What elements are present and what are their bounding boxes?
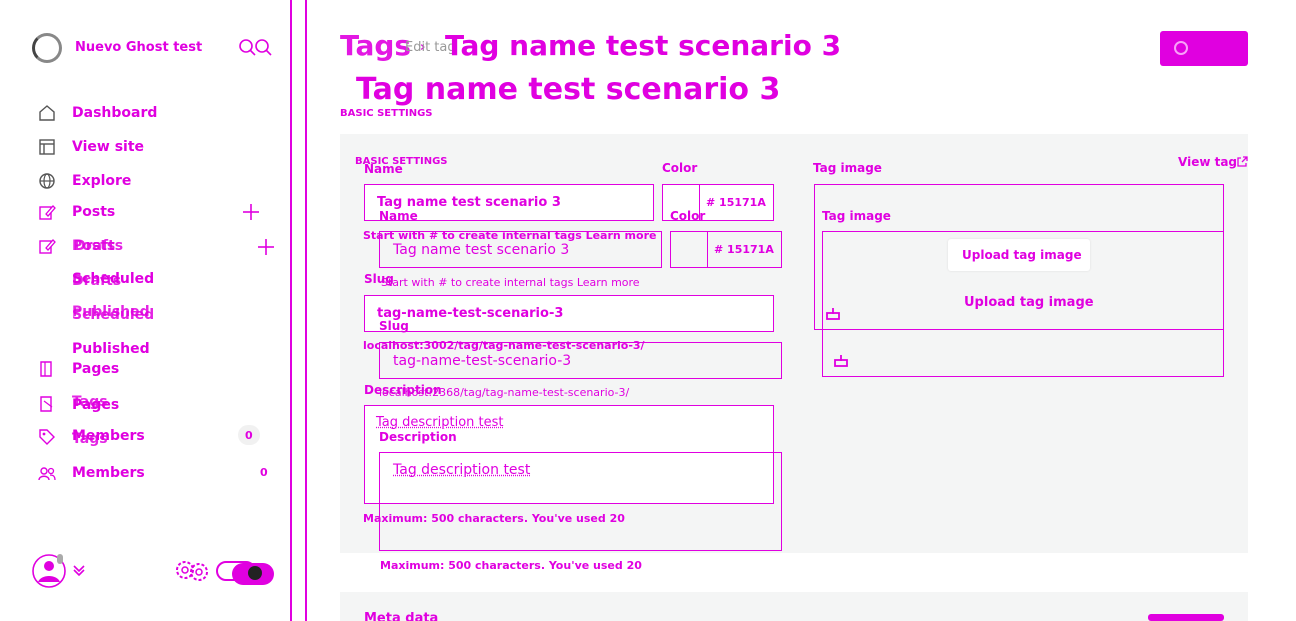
home-icon [38, 104, 56, 122]
page-icon [38, 360, 56, 378]
upload-tag-image-label[interactable]: Upload tag image [962, 248, 1082, 262]
dark-mode-toggle[interactable] [232, 563, 274, 585]
color-swatch-divider [707, 231, 708, 268]
description-value: Tag description test [376, 415, 504, 430]
site-name[interactable]: Nuevo Ghost test [75, 40, 202, 55]
page-title: Tag name test scenario 3 [445, 29, 841, 62]
new-post-plus-icon[interactable] [257, 238, 275, 256]
nav-view-site[interactable]: View site [72, 139, 144, 155]
breadcrumb-tags[interactable]: Tags [340, 29, 411, 62]
site-logo[interactable] [32, 33, 62, 63]
tag-image-label: Tag image [822, 209, 891, 223]
sidebar-divider [290, 0, 292, 621]
page-icon [38, 395, 56, 413]
external-link-icon[interactable] [1236, 156, 1248, 168]
name-label: Name [379, 209, 418, 223]
nav-scheduled-overlay[interactable]: Scheduled [72, 307, 154, 323]
description-value: Tag description test [393, 462, 530, 478]
nav-tags-overlay[interactable]: Tags [72, 394, 108, 410]
upload-icon [826, 306, 840, 320]
new-post-plus-icon[interactable] [242, 203, 260, 221]
color-value: # 15171A [706, 196, 766, 209]
slug-label: Slug [379, 319, 409, 333]
chevron-down-icon[interactable] [72, 563, 86, 577]
section-title-basic: BASIC SETTINGS [340, 108, 433, 119]
sidebar-divider-2 [305, 0, 307, 621]
color-label: Color [670, 209, 705, 223]
name-value: Tag name test scenario 3 [393, 242, 569, 258]
description-hint: Maximum: 500 characters. You've used 20 [380, 559, 642, 572]
upload-icon [834, 353, 848, 367]
search-icon[interactable] [238, 38, 274, 58]
nav-published[interactable]: Published [72, 341, 150, 357]
nav-explore[interactable]: Explore [72, 173, 131, 189]
name-value: Tag name test scenario 3 [377, 195, 561, 210]
page-title: Tag name test scenario 3 [356, 72, 780, 107]
nav-drafts-overlay[interactable]: Drafts [74, 238, 123, 254]
meta-data-panel [340, 592, 1248, 621]
color-value: # 15171A [714, 243, 774, 256]
view-tag-link[interactable]: View tag [1178, 155, 1237, 169]
save-button[interactable] [1160, 31, 1248, 66]
nav-posts[interactable]: Posts [72, 204, 115, 220]
name-label: Name [364, 162, 403, 176]
nav-pages[interactable]: Pages [72, 361, 119, 377]
nav-tags[interactable]: Tags [72, 431, 108, 447]
description-label: Description [379, 430, 457, 444]
name-hint: Start with # to create internal tags Lea… [381, 276, 640, 289]
nav-members[interactable]: Members [72, 465, 145, 481]
description-label: Description [364, 383, 442, 397]
tag-icon [38, 428, 56, 446]
slug-label: Slug [364, 272, 394, 286]
pencil-icon [38, 237, 56, 255]
meta-data-title: Meta data [364, 611, 438, 621]
avatar[interactable] [32, 552, 66, 590]
browser-icon [38, 138, 56, 156]
members-icon [38, 465, 56, 483]
tag-image-label: Tag image [813, 161, 882, 175]
color-label: Color [662, 161, 697, 175]
gear-icon[interactable] [174, 559, 212, 583]
members-count: 0 [245, 429, 253, 442]
slug-value: tag-name-test-scenario-3 [393, 353, 571, 369]
globe-icon [38, 172, 56, 190]
nav-dashboard[interactable]: Dashboard [72, 105, 157, 121]
expand-meta-button[interactable] [1148, 614, 1224, 621]
pencil-icon [38, 203, 56, 221]
upload-tag-image-label[interactable]: Upload tag image [964, 295, 1094, 310]
nav-drafts[interactable]: Drafts [72, 273, 121, 289]
members-count: 0 [260, 466, 268, 479]
